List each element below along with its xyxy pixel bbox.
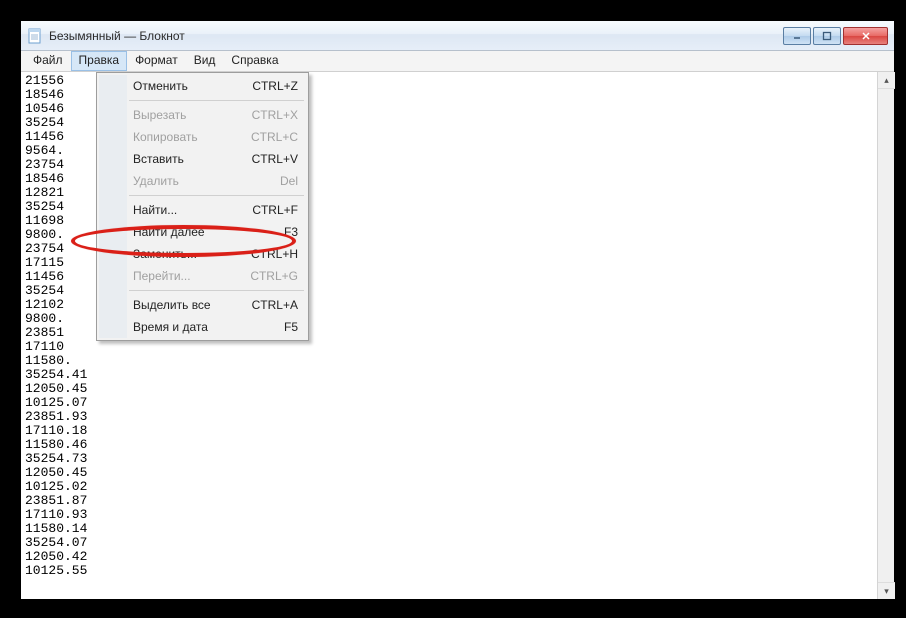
menu-item-label: Найти... — [133, 203, 177, 217]
notepad-icon — [27, 28, 43, 44]
scroll-up-arrow[interactable]: ▴ — [878, 72, 895, 89]
menu-separator — [129, 290, 304, 291]
menu-item-отменить[interactable]: Отменить CTRL+Z — [99, 75, 306, 97]
menu-item-заменить[interactable]: Заменить... CTRL+H — [99, 243, 306, 265]
menu-item-время и дата[interactable]: Время и дата F5 — [99, 316, 306, 338]
menu-item-shortcut: F5 — [284, 320, 298, 334]
menu-item-shortcut: CTRL+G — [250, 269, 298, 283]
menu-item-label: Отменить — [133, 79, 188, 93]
menu-правка[interactable]: Правка — [71, 51, 128, 71]
menu-item-label: Найти далее — [133, 225, 205, 239]
menu-item-копировать: Копировать CTRL+C — [99, 126, 306, 148]
menu-формат[interactable]: Формат — [127, 51, 186, 71]
menu-item-удалить: Удалить Del — [99, 170, 306, 192]
menu-bar: ФайлПравкаФорматВидСправка — [21, 51, 894, 72]
window-title: Безымянный — Блокнот — [49, 29, 783, 43]
menu-item-shortcut: F3 — [284, 225, 298, 239]
minimize-button[interactable] — [783, 27, 811, 45]
menu-item-label: Вырезать — [133, 108, 186, 122]
menu-item-вставить[interactable]: Вставить CTRL+V — [99, 148, 306, 170]
window-controls — [783, 27, 888, 45]
menu-item-label: Выделить все — [133, 298, 211, 312]
menu-item-shortcut: CTRL+V — [252, 152, 298, 166]
edit-menu-dropdown: Отменить CTRL+Z Вырезать CTRL+X Копировать CT… — [96, 72, 309, 341]
menu-item-найти далее[interactable]: Найти далее F3 — [99, 221, 306, 243]
menu-item-shortcut: CTRL+C — [251, 130, 298, 144]
menu-item-найти[interactable]: Найти... CTRL+F — [99, 199, 306, 221]
menu-item-перейти: Перейти... CTRL+G — [99, 265, 306, 287]
title-bar[interactable]: Безымянный — Блокнот — [21, 21, 894, 51]
menu-separator — [129, 195, 304, 196]
menu-item-label: Перейти... — [133, 269, 191, 283]
menu-item-label: Вставить — [133, 152, 184, 166]
menu-вид[interactable]: Вид — [186, 51, 224, 71]
scroll-down-arrow[interactable]: ▾ — [878, 582, 895, 599]
menu-item-label: Время и дата — [133, 320, 208, 334]
menu-item-shortcut: CTRL+X — [252, 108, 298, 122]
menu-item-вырезать: Вырезать CTRL+X — [99, 104, 306, 126]
menu-item-shortcut: Del — [280, 174, 298, 188]
window-frame: Безымянный — Блокнот ФайлПравкаФорматВид… — [20, 20, 895, 600]
menu-item-label: Заменить... — [133, 247, 197, 261]
menu-item-shortcut: CTRL+A — [252, 298, 298, 312]
maximize-button[interactable] — [813, 27, 841, 45]
menu-separator — [129, 100, 304, 101]
menu-файл[interactable]: Файл — [25, 51, 71, 71]
menu-item-label: Копировать — [133, 130, 198, 144]
menu-item-shortcut: CTRL+H — [251, 247, 298, 261]
menu-item-label: Удалить — [133, 174, 179, 188]
menu-справка[interactable]: Справка — [223, 51, 286, 71]
menu-item-выделить все[interactable]: Выделить все CTRL+A — [99, 294, 306, 316]
menu-item-shortcut: CTRL+F — [252, 203, 298, 217]
menu-item-shortcut: CTRL+Z — [252, 79, 298, 93]
vertical-scrollbar[interactable]: ▴ ▾ — [877, 72, 894, 599]
close-button[interactable] — [843, 27, 888, 45]
